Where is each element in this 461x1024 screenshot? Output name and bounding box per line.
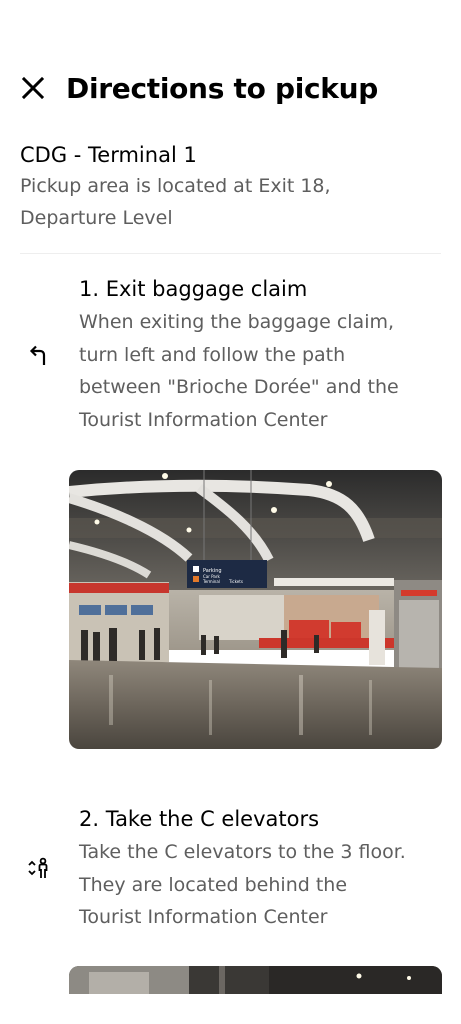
step-description-line: They are located behind the (79, 873, 348, 896)
step-description: When exiting the baggage claim, turn lef… (79, 306, 449, 436)
sign-text-line: Tickets (228, 579, 243, 584)
divider (20, 253, 441, 254)
header: Directions to pickup (20, 66, 441, 110)
step-1-photo: Parking Car Park Terminal Tickets (69, 470, 442, 749)
step-2-photo (69, 966, 442, 994)
step-description-line: Take the C elevators to the 3 floor. (79, 841, 406, 863)
step-description-line: Tourist Information Center (79, 408, 328, 431)
step-description-line: Tourist Information Center (79, 906, 328, 928)
location-description-line: Pickup area is located at Exit 18, (20, 175, 331, 197)
step-body: 2. Take the C elevators Take the C eleva… (79, 804, 449, 934)
step-description-line: When exiting the baggage claim, (79, 311, 395, 333)
page-title: Directions to pickup (66, 71, 379, 105)
step-title: 1. Exit baggage claim (79, 277, 308, 301)
pickup-location: CDG - Terminal 1 Pickup area is located … (20, 140, 440, 234)
close-icon (21, 76, 45, 100)
step-title: 2. Take the C elevators (79, 807, 320, 831)
location-description: Pickup area is located at Exit 18, Depar… (20, 170, 440, 234)
sign-text-line: Terminal (202, 579, 220, 584)
step-description-line: turn left and follow the path (79, 343, 346, 366)
location-description-line: Departure Level (20, 207, 173, 229)
step-description: Take the C elevators to the 3 floor. The… (79, 836, 449, 934)
elevator-icon (27, 856, 51, 880)
turn-left-icon (27, 344, 51, 368)
step-description-line: between "Brioche Dorée" and the (79, 376, 399, 398)
close-button[interactable] (18, 73, 48, 103)
step-body: 1. Exit baggage claim When exiting the b… (79, 274, 449, 436)
location-name: CDG - Terminal 1 (20, 143, 197, 167)
